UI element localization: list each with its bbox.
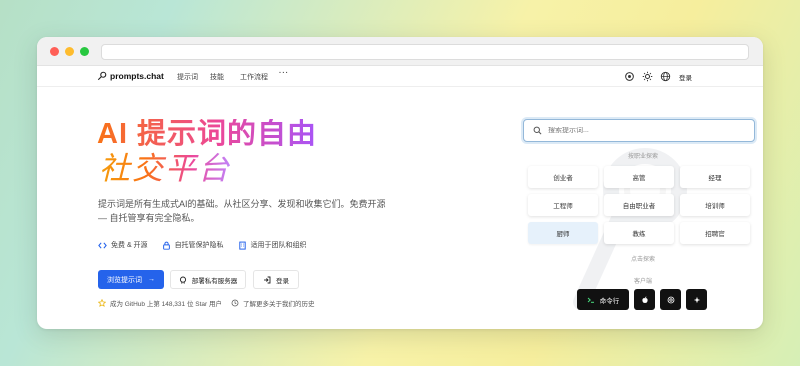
apple-client-button[interactable] [634,289,655,310]
close-window-dot[interactable] [50,47,59,56]
login-icon [264,276,271,283]
claude-client-button[interactable] [686,289,707,310]
minimize-window-dot[interactable] [65,47,74,56]
nav-login-link[interactable]: 登录 [679,72,692,82]
browser-window: prompts.chat 提示词 技能 工作流程 ··· 登录 AI 提示词的自… [37,37,763,329]
feature-open-source: 免费 & 开源 [98,240,148,250]
github-star-link[interactable]: 成为 GitHub 上第 148,331 位 Star 用户 [98,298,222,308]
chip-executive[interactable]: 高管 [604,166,674,188]
nav-link-skills[interactable]: 技能 [210,72,224,82]
search-bar[interactable] [523,119,755,142]
chip-engineer[interactable]: 工程师 [528,194,598,216]
login-button[interactable]: 登录 [253,270,299,289]
chip-entrepreneur[interactable]: 创业者 [528,166,598,188]
sun-icon[interactable] [642,71,653,82]
address-bar[interactable] [101,44,749,60]
feature-label: 适用于团队和组织 [250,242,307,249]
browse-prompts-button[interactable]: 浏览提示词 → [98,270,164,289]
client-buttons: 命令行 [577,289,707,310]
hero-title-line-1: AI 提示词的自由 [97,118,318,150]
brand-logo[interactable]: prompts.chat [97,71,164,81]
history-link-text: 了解更多关于我们的历史 [242,301,315,308]
deploy-server-button[interactable]: 部署私有服务器 [170,270,246,289]
arrow-right-icon: → [148,276,155,283]
chip-coach[interactable]: 教练 [604,222,674,244]
search-input[interactable] [548,127,738,134]
search-icon [533,126,542,135]
globe-icon[interactable] [660,71,671,82]
nav-link-workflows[interactable]: 工作流程 [240,72,268,82]
history-link[interactable]: 了解更多关于我们的历史 [231,298,315,308]
feature-teams: 适用于团队和组织 [238,240,307,250]
top-navigation: prompts.chat 提示词 技能 工作流程 ··· 登录 [37,66,763,87]
feature-list: 免费 & 开源 自托管保护隐私 适用于团队和组织 [98,240,307,250]
terminal-icon [587,297,594,303]
cli-button[interactable]: 命令行 [577,289,629,310]
nav-more-menu[interactable]: ··· [279,70,289,77]
sparkle-icon [693,296,700,303]
cli-button-label: 命令行 [599,297,620,305]
nav-link-prompts[interactable]: 提示词 [177,72,198,82]
deploy-server-label: 部署私有服务器 [191,277,238,285]
code-icon [98,241,107,249]
openai-client-button[interactable] [660,289,681,310]
chip-freelancer[interactable]: 自由职业者 [604,194,674,216]
window-chrome [37,37,763,66]
meta-row: 成为 GitHub 上第 148,331 位 Star 用户 了解更多关于我们的… [98,298,314,308]
key-icon [97,71,107,81]
feature-self-hosted: 自托管保护隐私 [162,240,224,250]
chip-recruiter[interactable]: 招聘官 [680,222,750,244]
apple-icon [641,296,648,303]
clients-label: 客户端 [633,279,652,285]
feature-label: 自托管保护隐私 [174,242,224,249]
feature-label: 免费 & 开源 [111,242,148,249]
building-icon [238,241,246,250]
history-icon [231,299,239,307]
login-label: 登录 [276,277,289,285]
github-star-text: 成为 GitHub 上第 148,331 位 Star 用户 [110,301,222,308]
hero-description: 提示词是所有生成式AI的基础。从社区分享、发现和收集它们。免费开源 — 自托管享… [98,199,386,223]
browse-prompts-label: 浏览提示词 [107,276,142,284]
hero-title-line-2: 社交平台 [99,151,231,187]
chip-chef[interactable]: 厨师 [528,222,598,244]
maximize-window-dot[interactable] [80,47,89,56]
brand-name: prompts.chat [110,71,164,81]
star-icon [98,299,106,307]
lock-icon [162,241,170,250]
openai-icon [667,296,674,303]
github-icon [179,276,186,284]
chip-manager[interactable]: 经理 [680,166,750,188]
click-explore-label: 点击探索 [630,257,655,263]
chip-trainer[interactable]: 培训师 [680,194,750,216]
theme-icon[interactable] [624,71,635,82]
explore-industry-label: 按职业探索 [627,154,658,160]
